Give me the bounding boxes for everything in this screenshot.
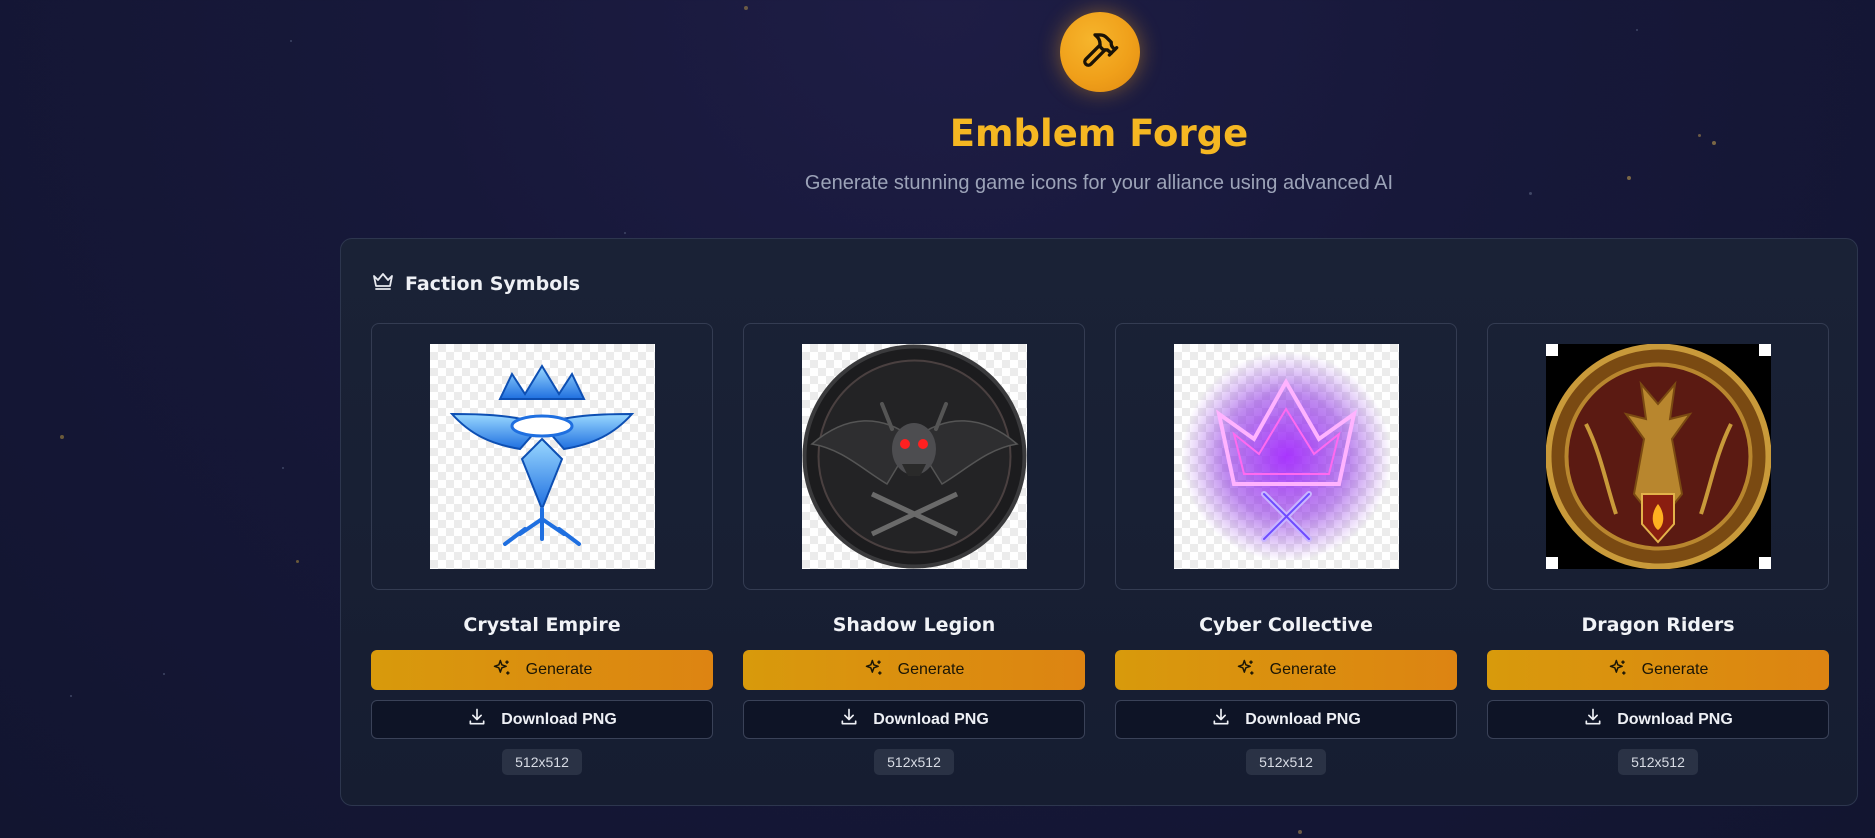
generate-label: Generate: [525, 661, 593, 678]
dragon-shield-emblem-image: [1545, 344, 1771, 569]
crystal-eagle-emblem-image: [429, 344, 655, 569]
page-subtitle: Generate stunning game icons for your al…: [804, 172, 1394, 194]
download-png-button[interactable]: Download PNG: [1115, 700, 1457, 739]
generate-button[interactable]: Generate: [1115, 650, 1457, 690]
hammer-icon: [1080, 30, 1120, 75]
download-icon: [467, 707, 487, 732]
background-star: [70, 695, 72, 697]
section-header: Faction Symbols: [371, 269, 580, 298]
generate-label: Generate: [1269, 661, 1337, 678]
size-badge: 512x512: [1618, 749, 1698, 775]
background-star: [60, 435, 64, 439]
crown-icon: [371, 269, 395, 298]
sparkles-icon: [864, 658, 884, 683]
download-label: Download PNG: [1245, 710, 1361, 728]
emblem-card: Dragon Riders Generate Download PNG 512x…: [1487, 323, 1829, 775]
download-label: Download PNG: [1617, 710, 1733, 728]
background-star: [1636, 29, 1638, 31]
download-icon: [839, 707, 859, 732]
emblem-card: Shadow Legion Generate Download PNG 512x…: [743, 323, 1085, 775]
emblem-card: Cyber Collective Generate Download PNG 5…: [1115, 323, 1457, 775]
emblem-name: Dragon Riders: [1581, 614, 1735, 636]
generate-label: Generate: [897, 661, 965, 678]
download-label: Download PNG: [501, 710, 617, 728]
generate-button[interactable]: Generate: [1487, 650, 1829, 690]
download-png-button[interactable]: Download PNG: [371, 700, 713, 739]
generate-label: Generate: [1641, 661, 1709, 678]
download-png-button[interactable]: Download PNG: [1487, 700, 1829, 739]
neon-crown-emblem-image: [1173, 344, 1399, 569]
skull-wings-emblem-image: [801, 344, 1027, 569]
emblem-name: Cyber Collective: [1199, 614, 1373, 636]
emblem-card: Crystal Empire Generate Download PNG 512…: [371, 323, 713, 775]
emblem-preview-frame: [371, 323, 713, 590]
emblem-preview-frame: [743, 323, 1085, 590]
emblem-preview-frame: [1115, 323, 1457, 590]
background-star: [290, 40, 292, 42]
background-star: [163, 673, 165, 675]
download-icon: [1211, 707, 1231, 732]
section-title: Faction Symbols: [405, 272, 581, 295]
download-icon: [1583, 707, 1603, 732]
background-star: [744, 6, 748, 10]
sparkles-icon: [492, 658, 512, 683]
emblem-preview-frame: [1487, 323, 1829, 590]
size-badge: 512x512: [1246, 749, 1326, 775]
app-logo: [1060, 12, 1140, 92]
background-star: [624, 232, 626, 234]
background-star: [282, 467, 284, 469]
emblem-name: Crystal Empire: [463, 614, 621, 636]
page-title: Emblem Forge: [949, 112, 1249, 155]
sparkles-icon: [1608, 658, 1628, 683]
background-star: [1298, 830, 1302, 834]
emblem-name: Shadow Legion: [832, 614, 996, 636]
sparkles-icon: [1236, 658, 1256, 683]
size-badge: 512x512: [874, 749, 954, 775]
generate-button[interactable]: Generate: [371, 650, 713, 690]
generate-button[interactable]: Generate: [743, 650, 1085, 690]
download-png-button[interactable]: Download PNG: [743, 700, 1085, 739]
background-star: [296, 560, 299, 563]
faction-symbols-panel: Faction Symbols Crystal Empire Generate …: [340, 238, 1858, 806]
download-label: Download PNG: [873, 710, 989, 728]
size-badge: 512x512: [502, 749, 582, 775]
